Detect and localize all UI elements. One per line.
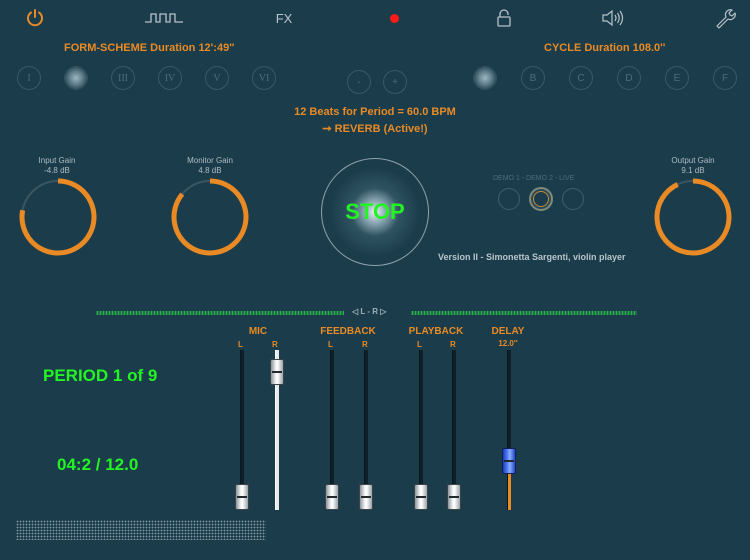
monitor-gain-knob[interactable] xyxy=(169,176,251,258)
period-display: PERIOD 1 of 9 xyxy=(43,366,158,385)
playback-l-label: L xyxy=(417,340,422,349)
fx-button[interactable]: FX xyxy=(272,6,296,30)
form-scheme-button-v[interactable]: V xyxy=(205,66,229,90)
demo-label: DEMO 1 - DEMO 2 - LIVE xyxy=(493,175,575,182)
input-gain-label: Input Gain xyxy=(38,156,76,165)
mic-r-fader-handle[interactable] xyxy=(270,359,284,386)
plus-button[interactable]: + xyxy=(383,70,407,94)
cycle-button-f[interactable]: F xyxy=(713,66,737,90)
right-level-meter xyxy=(411,311,637,315)
cycle-button-e[interactable]: E xyxy=(665,66,689,90)
wrench-icon xyxy=(716,9,736,29)
beats-status: 12 Beats for Period = 60.0 BPM xyxy=(294,106,456,118)
delay-value: 12.0'' xyxy=(498,339,518,348)
playback-label: PLAYBACK xyxy=(408,326,464,337)
delay-fader-track xyxy=(507,350,511,510)
demo-2-button[interactable] xyxy=(529,187,553,211)
form-scheme-button-i[interactable]: I xyxy=(17,66,41,90)
settings-button[interactable] xyxy=(712,6,738,30)
power-button[interactable] xyxy=(22,6,48,30)
playback-r-label: R xyxy=(450,340,456,349)
form-scheme-button-iv[interactable]: IV xyxy=(158,66,182,90)
lock-button[interactable] xyxy=(494,6,514,30)
mic-l-fader-handle[interactable] xyxy=(235,484,249,510)
cycle-button-c[interactable]: C xyxy=(569,66,593,90)
form-scheme-button-iii[interactable]: III xyxy=(111,66,135,90)
cycle-title: CYCLE Duration 108.0'' xyxy=(544,42,666,54)
output-gain-knob[interactable] xyxy=(652,176,734,258)
waveform-icon xyxy=(145,13,183,23)
mic-label: MIC xyxy=(248,326,268,337)
meter-lr-label: ◁ L - R ▷ xyxy=(352,307,387,316)
delay-fader-handle[interactable] xyxy=(502,447,516,474)
input-gain-value: -4.8 dB xyxy=(44,166,70,175)
cycle-button-a[interactable]: A xyxy=(473,66,497,90)
feedback-r-label: R xyxy=(362,340,368,349)
cycle-button-b[interactable]: B xyxy=(521,66,545,90)
speaker-icon xyxy=(602,9,624,27)
record-button[interactable] xyxy=(384,6,404,30)
form-scheme-button-vi[interactable]: VI xyxy=(252,66,276,90)
input-gain-knob[interactable] xyxy=(17,176,99,258)
stop-button[interactable]: STOP xyxy=(321,158,429,266)
reverb-status: ➞ REVERB (Active!) xyxy=(322,123,428,135)
output-gain-label: Output Gain xyxy=(671,156,715,165)
lock-icon xyxy=(497,9,511,27)
feedback-r-fader-handle[interactable] xyxy=(359,484,373,510)
record-dot-icon xyxy=(389,13,399,23)
feedback-l-fader-handle[interactable] xyxy=(325,484,339,510)
playback-r-fader-handle[interactable] xyxy=(447,484,461,510)
live-button[interactable] xyxy=(562,188,584,210)
dot-grid-decoration xyxy=(16,520,266,540)
volume-button[interactable] xyxy=(600,6,626,30)
cycle-button-d[interactable]: D xyxy=(617,66,641,90)
form-scheme-button-ii[interactable]: II xyxy=(64,66,88,90)
version-text: Version II - Simonetta Sargenti, violin … xyxy=(438,252,626,262)
feedback-l-label: L xyxy=(328,340,333,349)
stop-label: STOP xyxy=(345,199,405,224)
mic-l-label: L xyxy=(238,340,243,349)
form-scheme-title: FORM-SCHEME Duration 12':49'' xyxy=(64,42,235,54)
waveform-button[interactable] xyxy=(144,6,184,30)
output-gain-value: 9.1 dB xyxy=(681,166,705,175)
power-icon xyxy=(27,9,43,27)
playback-l-fader-handle[interactable] xyxy=(414,484,428,510)
delay-label: DELAY xyxy=(491,326,525,337)
mic-r-label: R xyxy=(272,340,278,349)
monitor-gain-value: 4.8 dB xyxy=(198,166,222,175)
time-display: 04:2 / 12.0 xyxy=(57,455,139,474)
feedback-label: FEEDBACK xyxy=(320,326,376,337)
minus-button[interactable]: - xyxy=(347,70,371,94)
monitor-gain-label: Monitor Gain xyxy=(187,156,233,165)
left-level-meter xyxy=(96,311,344,315)
demo-1-button[interactable] xyxy=(498,188,520,210)
